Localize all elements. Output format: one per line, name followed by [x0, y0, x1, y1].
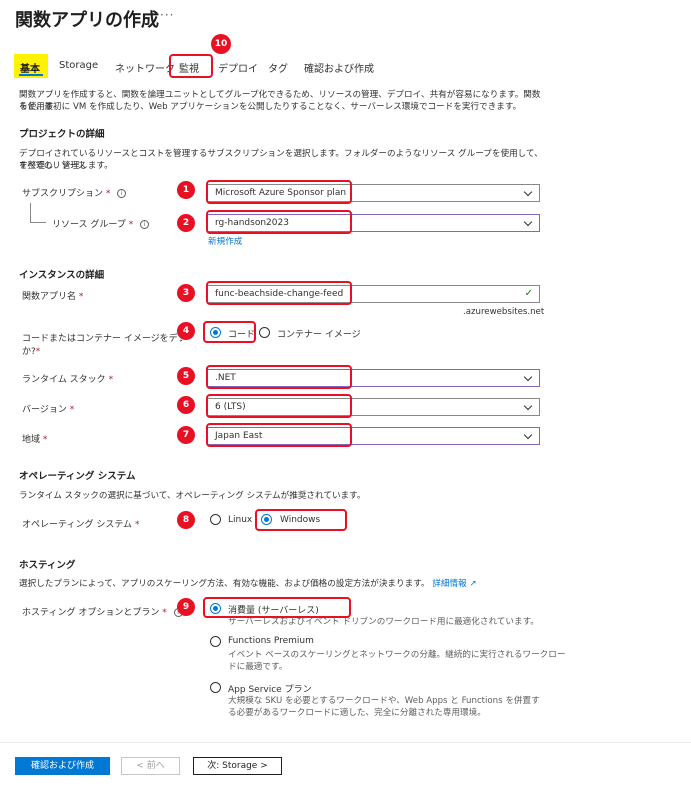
tab-active-underline [19, 74, 43, 76]
callout-badge-4: 4 [177, 322, 195, 340]
hosting-heading: ホスティング [19, 560, 76, 571]
chevron-down-icon [523, 372, 533, 382]
consumption-plan-title: 消費量 (サーバーレス) [228, 606, 319, 616]
os-heading: オペレーティング システム [19, 471, 136, 482]
radio-linux-label: Linux [228, 515, 253, 525]
callout-badge-1: 1 [177, 181, 195, 199]
project-details-heading: プロジェクトの詳細 [19, 129, 105, 140]
app-service-plan-title: App Service プラン [228, 685, 312, 695]
app-name-label: 関数アプリ名 * [22, 292, 84, 302]
radio-app-service-plan[interactable] [210, 682, 221, 693]
callout-badge-6: 6 [177, 396, 195, 414]
external-link-icon: ↗ [469, 579, 477, 589]
premium-plan-title: Functions Premium [228, 636, 314, 646]
radio-code[interactable] [210, 327, 221, 338]
region-highlight [206, 423, 352, 447]
radio-container-image[interactable] [259, 327, 270, 338]
tab-network[interactable]: ネットワーク [115, 60, 175, 75]
required-mark: * [105, 189, 111, 199]
info-icon[interactable]: i [117, 189, 127, 198]
tab-basics[interactable]: 基本 [20, 60, 40, 75]
app-name-highlight [206, 281, 352, 305]
previous-button[interactable]: < 前へ [121, 757, 180, 775]
runtime-highlight [206, 365, 352, 389]
domain-suffix: .azurewebsites.net [463, 307, 545, 317]
radio-windows-label: Windows [280, 515, 321, 525]
learn-more-link[interactable]: 詳細情報 [432, 579, 466, 589]
hosting-desc: 選択したプランによって、アプリのスケーリング方法、有効な機能、および価格の設定方… [19, 579, 477, 589]
radio-consumption-plan[interactable] [210, 603, 221, 614]
os-label: オペレーティング システム * [22, 520, 140, 530]
hosting-label: ホスティング オプションとプラン * i [22, 605, 183, 618]
callout-badge-5: 5 [177, 367, 195, 385]
callout-badge-2: 2 [177, 214, 195, 232]
premium-plan-desc-2: ドに最適です。 [228, 662, 288, 672]
callout-badge-7: 7 [177, 426, 195, 444]
required-mark: * [78, 292, 84, 302]
checkmark-icon: ✓ [524, 288, 533, 299]
page-title: 関数アプリの作成 [15, 10, 159, 31]
chevron-down-icon [523, 430, 533, 440]
consumption-plan-desc: サーバーレスおよびイベント ドリブンのワークロード用に最適化されています。 [228, 617, 539, 627]
required-mark: * [128, 220, 134, 230]
review-create-button[interactable]: 確認および作成 [15, 757, 110, 775]
create-new-link[interactable]: 新規作成 [208, 235, 242, 247]
next-storage-button[interactable]: 次: Storage > [193, 757, 282, 775]
instance-details-heading: インスタンスの詳細 [19, 270, 105, 281]
footer-divider [0, 742, 691, 743]
resource-group-label: リソース グループ * i [52, 217, 150, 230]
radio-windows[interactable] [261, 514, 272, 525]
app-service-plan-desc-2: る必要があるワークロードに適した、完全に分離された専用環境。 [228, 708, 486, 718]
chevron-down-icon [523, 401, 533, 411]
radio-functions-premium[interactable] [210, 636, 221, 647]
callout-badge-8: 8 [177, 511, 195, 529]
app-service-plan-desc-1: 大規模な SKU を必要とするワークロードや、Web Apps と Functi… [228, 696, 540, 706]
callout-badge-3: 3 [177, 284, 195, 302]
version-highlight [206, 394, 352, 418]
tree-connector-vertical [30, 203, 31, 222]
tab-tags[interactable]: タグ [268, 60, 288, 75]
tab-storage[interactable]: Storage [59, 60, 98, 71]
callout-badge-10: 10 [211, 34, 231, 54]
radio-linux[interactable] [210, 514, 221, 525]
radio-container-label: コンテナー イメージ [277, 330, 361, 340]
premium-plan-desc-1: イベント ベースのスケーリングとネットワークの分離。継続的に実行されるワークロー [228, 650, 566, 660]
callout-badge-9: 9 [177, 598, 195, 616]
project-desc-2: を整理し、管理します。 [19, 161, 113, 171]
tab-monitoring[interactable]: 監視 [179, 60, 199, 75]
deploy-type-label: コードまたはコンテナー イメージをデプロイしますか [22, 334, 182, 344]
tree-connector-horizontal [30, 222, 46, 223]
subscription-highlight [206, 180, 352, 204]
region-label: 地域 * [22, 435, 48, 445]
radio-code-label: コード [228, 330, 256, 340]
info-icon[interactable]: i [140, 220, 150, 229]
chevron-down-icon [523, 217, 533, 227]
tab-review-create[interactable]: 確認および作成 [304, 60, 374, 75]
tab-deploy[interactable]: デプロイ [218, 60, 258, 75]
resource-group-highlight [206, 210, 352, 234]
runtime-label: ランタイム スタック * [22, 375, 114, 385]
subscription-label: サブスクリプション * i [22, 186, 127, 199]
intro-line-2: ると、最初に VM を作成したり、Web アプリケーションを公開したりすることな… [19, 102, 522, 112]
deploy-type-label-2: か?* [22, 347, 41, 357]
chevron-down-icon [523, 187, 533, 197]
ellipsis-icon[interactable]: ··· [160, 8, 174, 22]
os-desc: ランタイム スタックの選択に基づいて、オペレーティング システムが推奨されていま… [19, 491, 366, 501]
version-label: バージョン * [22, 405, 75, 415]
